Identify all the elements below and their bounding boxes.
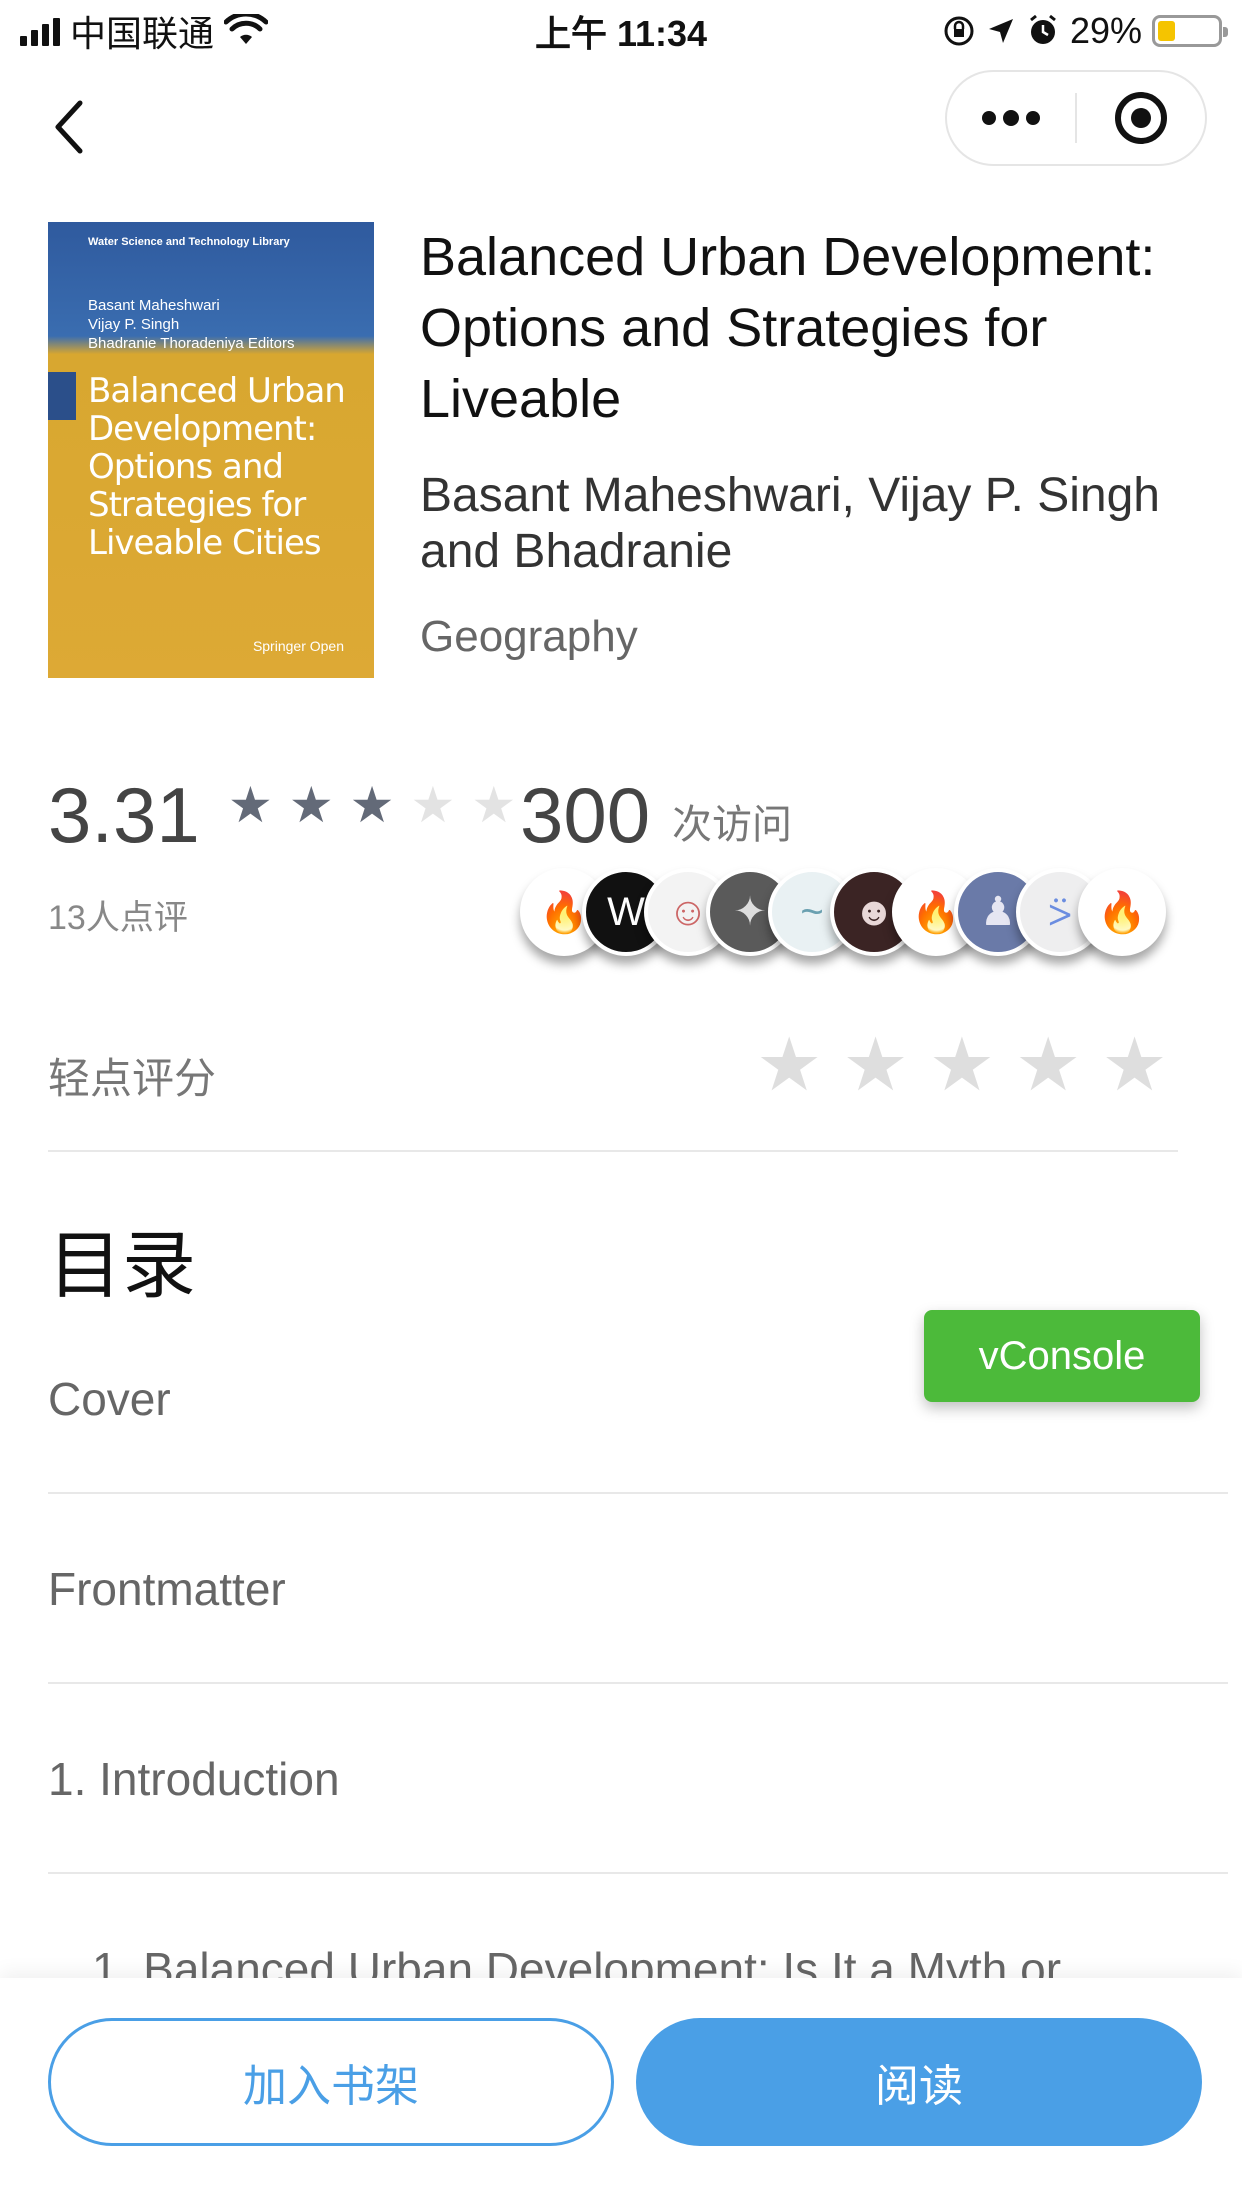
book-cover[interactable]: Water Science and Technology Library Bas… [48,222,374,678]
cover-title-line: Balanced Urban [88,371,346,411]
book-authors: Basant Maheshwari, Vijay P. Singh and Bh… [420,469,1160,578]
status-time: 上午 11:34 [534,13,708,54]
rating-stars: ★ ★ ★ ★ ★ [228,780,516,830]
status-left: 中国联通 [20,5,269,57]
vconsole-button[interactable]: vConsole [924,1310,1200,1402]
star-icon: ★ [349,777,395,833]
rating-score: 3.31 [48,771,200,859]
star-icon: ★ [410,777,456,833]
location-icon [988,19,1013,43]
cover-title-line: Development: [88,409,317,450]
cover-title-line: Strategies for [88,485,306,526]
cover-editor: Bhadranie Thoradeniya Editors [88,334,295,352]
orientation-lock-icon [944,16,974,46]
toc-divider [48,1872,1228,1874]
review-count[interactable]: 13人点评 [48,890,188,939]
battery-percent: 29% [1069,10,1142,51]
toc-title: 目录 [48,1224,196,1307]
cover-series: Water Science and Technology Library [88,236,290,248]
cover-stripe [48,372,76,420]
rate-star-3[interactable]: ★ [929,1028,995,1102]
star-icon: ★ [228,777,273,833]
chevron-left-icon [55,100,83,154]
status-bar: 中国联通 上午 11:34 29% [0,0,1242,62]
close-mini-program-button[interactable] [1077,72,1205,164]
cover-title: Balanced Urban Development: Options and … [88,371,346,564]
read-button[interactable]: 阅读 [636,2018,1202,2146]
visit-count: 300 [520,771,651,859]
battery-fill [1158,21,1175,41]
more-button[interactable] [947,72,1075,164]
alarm-icon [1030,14,1056,44]
carrier-name: 中国联通 [70,13,215,54]
toc-divider [48,1492,1228,1494]
divider [48,1150,1178,1152]
battery-icon [1152,15,1228,47]
star-icon: ★ [471,777,517,833]
cover-editors: Basant Maheshwari Vijay P. Singh Bhadran… [88,297,295,353]
book-category[interactable]: Geography [420,612,638,662]
star-icon: ★ [288,777,334,833]
add-to-shelf-button[interactable]: 加入书架 [48,2018,614,2146]
wifi-icon [224,14,269,44]
cover-title-line: Liveable Cities [88,523,322,564]
rate-star-1[interactable]: ★ [756,1028,822,1102]
cover-title-line: Options and [88,447,284,488]
visit-label: 次访问 [672,803,792,847]
book-title: Balanced Urban Development: Options and … [420,227,1156,429]
toc-item-introduction[interactable]: 1. Introduction [48,1752,1228,1806]
rate-star-2[interactable]: ★ [842,1028,908,1102]
target-circle-icon [1115,92,1167,144]
toc-item-frontmatter[interactable]: Frontmatter [48,1562,1228,1616]
cover-editor: Basant Maheshwari [88,297,220,314]
signal-icon [20,16,60,46]
tap-to-rate-stars: ★ ★ ★ ★ ★ [756,1028,1168,1102]
status-right: 29% [942,10,1228,52]
tap-to-rate-label: 轻点评分 [48,1055,217,1102]
flame-icon[interactable]: 🔥 [1078,868,1166,956]
cover-publisher: Springer Open [252,638,344,654]
mini-program-capsule [945,70,1207,166]
visitor-avatars[interactable]: 🔥 W ☺ ✦ ~ ☻ 🔥 ♟ ⍩ 🔥 [520,868,1166,958]
cover-editor: Vijay P. Singh [88,315,180,333]
rate-star-5[interactable]: ★ [1101,1028,1167,1102]
more-dots-icon [982,110,1040,126]
toc-divider [48,1682,1228,1684]
back-button[interactable] [38,92,98,162]
rate-star-4[interactable]: ★ [1015,1028,1081,1102]
